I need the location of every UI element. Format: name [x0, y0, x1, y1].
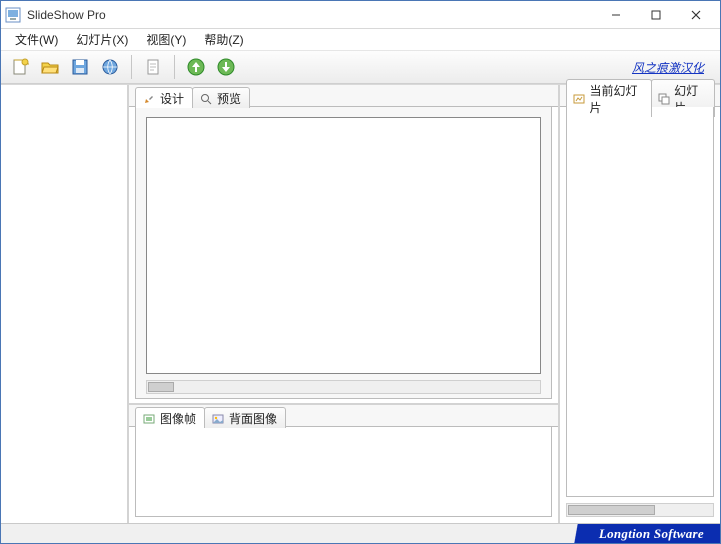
menu-file[interactable]: 文件(W) [7, 29, 66, 50]
move-down-button[interactable] [213, 54, 239, 80]
window-controls [596, 3, 716, 27]
toolbar-right: 风之痕激汉化 [632, 59, 714, 76]
right-tabstrip: 当前幻灯片 幻灯片 [560, 85, 720, 107]
magnifier-icon [199, 92, 213, 106]
center-tabstrip: 设计 预览 [129, 85, 558, 107]
titlebar: SlideShow Pro [1, 1, 720, 29]
left-panel [1, 85, 129, 523]
current-slide-icon [573, 92, 585, 106]
frames-icon [142, 412, 156, 426]
bottom-tabstrip: 图像帧 背面图像 [129, 405, 558, 427]
save-button[interactable] [67, 54, 93, 80]
tab-design-label: 设计 [160, 90, 184, 107]
menu-view[interactable]: 视图(Y) [138, 29, 194, 50]
minimize-button[interactable] [596, 3, 636, 27]
design-icon [142, 92, 156, 106]
center-column: 设计 预览 [129, 85, 560, 523]
toolbar-separator [174, 55, 175, 79]
credits-link[interactable]: 风之痕激汉化 [632, 61, 704, 75]
app-icon [5, 7, 21, 23]
menu-help[interactable]: 帮助(Z) [196, 29, 251, 50]
document-button[interactable] [140, 54, 166, 80]
client-area: 设计 预览 [1, 84, 720, 523]
maximize-button[interactable] [636, 3, 676, 27]
right-panel-body[interactable] [566, 107, 714, 497]
back-image-icon [211, 412, 225, 426]
tab-design[interactable]: 设计 [135, 87, 193, 108]
app-window: SlideShow Pro 文件(W) 幻灯片(X) 视图(Y) 帮助(Z) [0, 0, 721, 544]
toolbar-separator [131, 55, 132, 79]
tab-current-slide[interactable]: 当前幻灯片 [566, 79, 652, 117]
tab-preview[interactable]: 预览 [192, 87, 250, 108]
tab-current-slide-label: 当前幻灯片 [589, 82, 642, 116]
app-title: SlideShow Pro [27, 8, 596, 22]
menubar: 文件(W) 幻灯片(X) 视图(Y) 帮助(Z) [1, 29, 720, 51]
design-canvas-area [135, 107, 552, 399]
scrollbar-thumb[interactable] [568, 505, 655, 515]
open-button[interactable] [37, 54, 63, 80]
tab-image-frames[interactable]: 图像帧 [135, 407, 205, 428]
vendor-label: Longtion Software [583, 524, 720, 543]
tab-back-image[interactable]: 背面图像 [204, 407, 286, 428]
tab-preview-label: 预览 [217, 90, 241, 107]
menu-slide[interactable]: 幻灯片(X) [68, 29, 136, 50]
export-button[interactable] [97, 54, 123, 80]
scrollbar-thumb[interactable] [148, 382, 174, 392]
new-button[interactable] [7, 54, 33, 80]
move-up-button[interactable] [183, 54, 209, 80]
slide-canvas[interactable] [146, 117, 541, 374]
canvas-hscrollbar[interactable] [146, 380, 541, 394]
image-frames-body[interactable] [135, 427, 552, 517]
close-button[interactable] [676, 3, 716, 27]
right-panel: 当前幻灯片 幻灯片 [560, 85, 720, 523]
statusbar: Longtion Software [1, 523, 720, 543]
bottom-panel: 图像帧 背面图像 [129, 403, 558, 523]
tab-image-frames-label: 图像帧 [160, 410, 196, 427]
right-hscrollbar[interactable] [566, 503, 714, 517]
slides-icon [658, 92, 670, 106]
tab-back-image-label: 背面图像 [229, 410, 277, 427]
